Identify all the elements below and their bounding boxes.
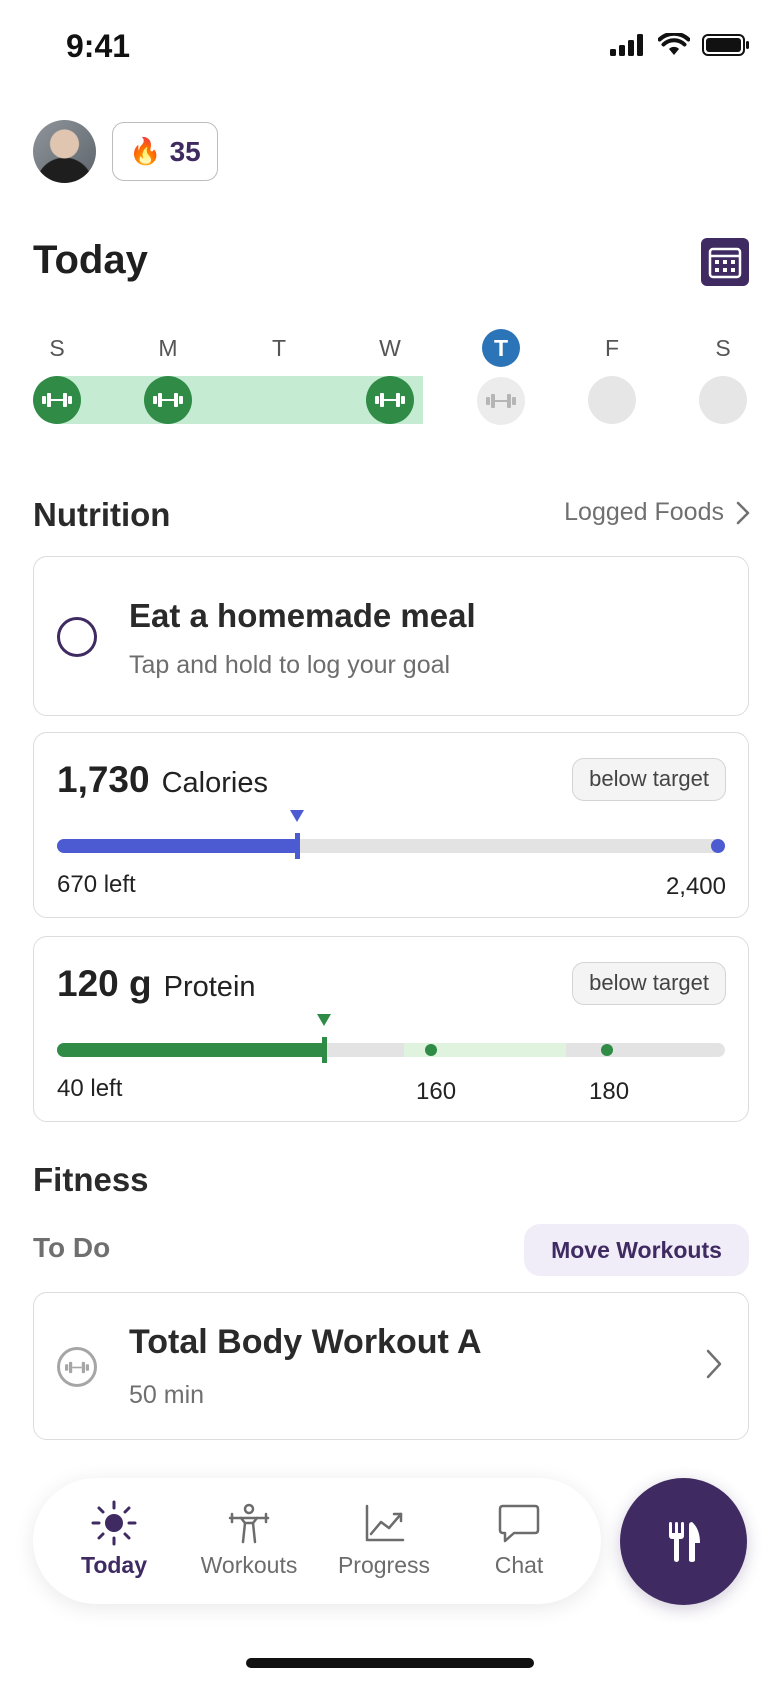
dumbbell-icon <box>57 1347 97 1387</box>
day-letter: T <box>271 335 287 361</box>
protein-progress-caret <box>317 1014 331 1026</box>
day-saturday[interactable]: S <box>699 330 747 424</box>
protein-card[interactable]: 120 g Protein below target 40 left 160 1… <box>33 936 749 1122</box>
day-monday[interactable]: M <box>144 330 192 424</box>
goal-radio[interactable] <box>57 617 97 657</box>
bottom-nav: Today Workouts Progress Chat <box>33 1478 601 1604</box>
flame-icon: 🔥 <box>129 136 162 166</box>
nav-item-today[interactable]: Today <box>59 1500 169 1579</box>
nav-label: Workouts <box>200 1552 298 1578</box>
day-status <box>588 376 636 424</box>
calories-progress-marker <box>295 833 300 859</box>
todo-label: To Do <box>33 1232 111 1263</box>
day-thursday[interactable]: T <box>477 329 525 425</box>
calories-left-label: 670 left <box>57 871 136 898</box>
calories-value: 1,730 Calories <box>57 759 268 801</box>
weightlifter-icon <box>194 1500 304 1546</box>
nav-item-chat[interactable]: Chat <box>464 1500 574 1579</box>
dumbbell-icon <box>153 393 183 407</box>
page-title: Today <box>33 238 148 282</box>
fork-knife-icon <box>668 1521 700 1562</box>
day-letter: M <box>158 335 178 361</box>
sun-icon <box>59 1500 169 1546</box>
day-letter: S <box>715 335 731 361</box>
logged-foods-link[interactable]: Logged Foods <box>564 498 750 527</box>
signal-icon <box>610 34 643 56</box>
wifi-icon <box>658 33 690 55</box>
day-letter: S <box>49 335 65 361</box>
day-letter: W <box>379 335 401 361</box>
dumbbell-icon <box>486 394 516 408</box>
nav-label: Chat <box>494 1552 544 1578</box>
protein-low-target-dot <box>425 1044 437 1056</box>
streak-count: 35 <box>169 135 201 167</box>
day-status <box>144 376 192 424</box>
day-letter: F <box>604 335 620 361</box>
protein-low-target-label: 160 <box>416 1078 457 1105</box>
status-bar: 9:41 <box>0 0 780 96</box>
nav-item-workouts[interactable]: Workouts <box>194 1500 304 1579</box>
protein-unit: Protein <box>163 971 256 1003</box>
status-icons <box>610 33 750 57</box>
day-status <box>33 376 81 424</box>
day-status <box>699 376 747 424</box>
avatar[interactable] <box>33 120 96 183</box>
week-strip: S M T W T F S <box>33 329 749 430</box>
nav-label: Today <box>80 1552 148 1578</box>
calendar-button[interactable] <box>701 238 749 286</box>
protein-high-target-label: 180 <box>589 1078 630 1105</box>
day-status <box>366 376 414 424</box>
log-food-button[interactable] <box>620 1478 747 1605</box>
protein-value: 120 g Protein <box>57 963 256 1005</box>
chevron-right-icon <box>706 1349 722 1379</box>
move-workouts-button[interactable]: Move Workouts <box>524 1224 749 1276</box>
calories-unit: Calories <box>161 767 268 799</box>
nutrition-title: Nutrition <box>33 496 171 533</box>
nav-label: Progress <box>337 1552 431 1578</box>
trend-chart-icon <box>329 1500 439 1546</box>
calories-progress-fill <box>57 839 297 853</box>
day-status <box>255 376 303 424</box>
fitness-title: Fitness <box>33 1161 149 1198</box>
goal-card[interactable]: Eat a homemade meal Tap and hold to log … <box>33 556 749 716</box>
goal-subtitle: Tap and hold to log your goal <box>129 651 451 679</box>
logged-foods-label: Logged Foods <box>564 498 724 526</box>
battery-icon <box>702 34 749 56</box>
day-tuesday[interactable]: T <box>255 330 303 424</box>
goal-title: Eat a homemade meal <box>129 597 476 634</box>
protein-progress-track <box>57 1014 725 1063</box>
protein-number: 120 g <box>57 963 152 1004</box>
dumbbell-icon <box>42 393 72 407</box>
home-indicator <box>246 1658 534 1668</box>
streak-badge[interactable]: 🔥 35 <box>112 122 218 181</box>
calories-target-label: 2,400 <box>665 873 726 900</box>
status-time: 9:41 <box>66 28 131 64</box>
protein-high-target-dot <box>601 1044 613 1056</box>
protein-status-badge: below target <box>572 962 726 1005</box>
protein-progress-marker <box>322 1037 327 1063</box>
protein-left-label: 40 left <box>57 1075 123 1102</box>
day-letter-today: T <box>482 329 520 367</box>
workout-card[interactable]: Total Body Workout A 50 min <box>33 1292 749 1440</box>
calories-status-badge: below target <box>572 758 726 801</box>
day-sunday[interactable]: S <box>33 330 81 424</box>
protein-progress-fill <box>57 1043 324 1057</box>
nav-item-progress[interactable]: Progress <box>329 1500 439 1579</box>
workout-title: Total Body Workout A <box>129 1323 482 1361</box>
calories-progress-caret <box>290 810 304 822</box>
day-friday[interactable]: F <box>588 330 636 424</box>
day-wednesday[interactable]: W <box>366 330 414 424</box>
dumbbell-icon <box>375 393 405 407</box>
day-status <box>477 377 525 425</box>
calories-progress-track <box>57 810 725 859</box>
calories-number: 1,730 <box>57 759 150 800</box>
chevron-right-icon <box>736 501 750 524</box>
workout-duration: 50 min <box>129 1381 205 1409</box>
calories-target-dot <box>711 839 725 853</box>
calories-card[interactable]: 1,730 Calories below target 670 left 2,4… <box>33 732 749 918</box>
calendar-icon <box>708 247 742 279</box>
chat-bubble-icon <box>464 1500 574 1546</box>
